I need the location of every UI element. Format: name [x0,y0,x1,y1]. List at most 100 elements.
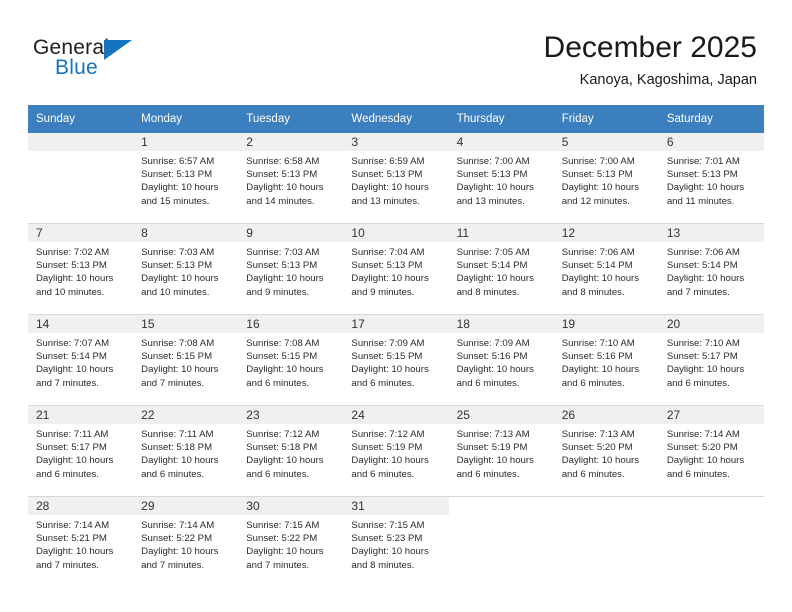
calendar-day-cell[interactable]: 12 Sunrise: 7:06 AM Sunset: 5:14 PM Dayligh… [553,223,659,315]
calendar-day-cell[interactable]: 23 Sunrise: 7:12 AM Sunset: 5:18 PM Dayligh… [238,405,344,497]
calendar-day-cell[interactable]: 19 Sunrise: 7:10 AM Sunset: 5:16 PM Dayligh… [553,314,659,406]
daylight-duration-line2: and 7 minutes. [36,377,99,389]
daylight-duration-line2: and 6 minutes. [666,377,730,389]
calendar-week-row: 7 Sunrise: 7:02 AM Sunset: 5:13 PM Daylight… [28,223,764,315]
day-number: 23 [238,406,344,424]
daylight-duration-line1: Daylight: 10 hours [141,273,219,285]
daylight-duration-line2: and 6 minutes. [456,377,520,389]
daylight-duration-line1: Daylight: 10 hours [666,364,745,376]
calendar-day-cell[interactable]: 18 Sunrise: 7:09 AM Sunset: 5:16 PM Dayligh… [448,314,554,406]
daylight-duration-line1: Daylight: 10 hours [351,273,429,285]
calendar-day-cell[interactable]: 4 Sunrise: 7:00 AM Sunset: 5:13 PM Daylight… [448,133,554,224]
day-details: Sunrise: 7:12 AM Sunset: 5:18 PM Daylight:… [238,424,343,481]
sunset-time: Sunset: 5:23 PM [351,533,423,545]
sunset-time: Sunset: 5:17 PM [36,442,107,454]
weekday-header-sunday: Sunday [28,105,134,133]
day-number: 24 [343,406,449,424]
day-number: 28 [28,497,134,515]
calendar-day-cell[interactable]: 10 Sunrise: 7:04 AM Sunset: 5:13 PM Dayligh… [343,223,449,315]
sunrise-time: Sunrise: 7:03 AM [141,247,215,258]
daylight-duration-line1: Daylight: 10 hours [666,273,745,285]
daylight-duration-line1: Daylight: 10 hours [141,182,219,194]
calendar-day-cell[interactable]: 6 Sunrise: 7:01 AM Sunset: 5:13 PM Daylight… [658,133,764,224]
calendar-day-cell[interactable]: 14 Sunrise: 7:07 AM Sunset: 5:14 PM Dayligh… [28,314,134,406]
calendar-day-cell-empty [658,496,764,587]
daylight-duration-line1: Daylight: 10 hours [561,273,640,285]
calendar-day-cell[interactable]: 15 Sunrise: 7:08 AM Sunset: 5:15 PM Dayligh… [133,314,239,406]
daylight-duration-line2: and 9 minutes. [351,286,415,298]
calendar-day-cell[interactable]: 25 Sunrise: 7:13 AM Sunset: 5:19 PM Dayligh… [448,405,554,497]
sunrise-time: Sunrise: 7:13 AM [456,429,530,440]
day-number: 8 [133,224,239,242]
calendar-day-cell[interactable]: 11 Sunrise: 7:05 AM Sunset: 5:14 PM Dayligh… [448,223,554,315]
sunrise-time: Sunrise: 7:12 AM [351,429,425,440]
logo-text-blue: Blue [55,56,98,79]
sunrise-time: Sunrise: 7:04 AM [351,247,425,258]
sunset-time: Sunset: 5:14 PM [36,351,107,363]
day-number: 5 [553,133,659,151]
day-details: Sunrise: 7:07 AM Sunset: 5:14 PM Daylight:… [28,333,133,390]
general-blue-logo[interactable]: General Blue [33,36,183,84]
day-number: 31 [343,497,449,515]
sunset-time: Sunset: 5:14 PM [561,260,633,272]
daylight-duration-line2: and 7 minutes. [36,559,99,571]
calendar-day-cell[interactable]: 28 Sunrise: 7:14 AM Sunset: 5:21 PM Dayligh… [28,496,134,587]
daylight-duration-line2: and 10 minutes. [141,286,210,298]
sunrise-time: Sunrise: 7:11 AM [36,429,109,440]
daylight-duration-line2: and 6 minutes. [666,468,730,480]
sunset-time: Sunset: 5:18 PM [246,442,318,454]
calendar-week-row: 1 Sunrise: 6:57 AM Sunset: 5:13 PM Daylight… [28,133,764,224]
sunrise-time: Sunrise: 7:09 AM [351,338,425,349]
daylight-duration-line1: Daylight: 10 hours [456,273,534,285]
daylight-duration-line2: and 10 minutes. [36,286,105,298]
daylight-duration-line2: and 7 minutes. [246,559,310,571]
calendar-day-cell[interactable]: 27 Sunrise: 7:14 AM Sunset: 5:20 PM Dayligh… [658,405,764,497]
day-details: Sunrise: 7:13 AM Sunset: 5:20 PM Daylight:… [554,424,659,481]
sunset-time: Sunset: 5:13 PM [561,169,633,181]
day-number: 1 [133,133,239,151]
day-number: 3 [343,133,449,151]
calendar-day-cell[interactable]: 8 Sunrise: 7:03 AM Sunset: 5:13 PM Daylight… [133,223,239,315]
sunrise-time: Sunrise: 7:11 AM [141,429,214,440]
sunrise-time: Sunrise: 7:05 AM [456,247,530,258]
day-number: 12 [553,224,659,242]
calendar-day-cell[interactable]: 2 Sunrise: 6:58 AM Sunset: 5:13 PM Daylight… [238,133,344,224]
calendar-day-cell[interactable]: 24 Sunrise: 7:12 AM Sunset: 5:19 PM Dayligh… [343,405,449,497]
calendar-day-cell[interactable]: 13 Sunrise: 7:06 AM Sunset: 5:14 PM Dayligh… [658,223,764,315]
daylight-duration-line2: and 8 minutes. [561,286,625,298]
calendar-day-cell[interactable]: 16 Sunrise: 7:08 AM Sunset: 5:15 PM Dayligh… [238,314,344,406]
calendar-day-cell[interactable]: 26 Sunrise: 7:13 AM Sunset: 5:20 PM Dayligh… [553,405,659,497]
day-number: 7 [28,224,134,242]
sunset-time: Sunset: 5:19 PM [351,442,423,454]
calendar-day-cell[interactable]: 5 Sunrise: 7:00 AM Sunset: 5:13 PM Daylight… [553,133,659,224]
sunset-time: Sunset: 5:20 PM [561,442,633,454]
calendar-day-cell[interactable]: 29 Sunrise: 7:14 AM Sunset: 5:22 PM Dayligh… [133,496,239,587]
daylight-duration-line1: Daylight: 10 hours [561,455,640,467]
day-number [449,497,554,515]
calendar-day-cell[interactable]: 3 Sunrise: 6:59 AM Sunset: 5:13 PM Daylight… [343,133,449,224]
sunrise-time: Sunrise: 7:10 AM [666,338,740,349]
sunset-time: Sunset: 5:14 PM [666,260,738,272]
sunset-time: Sunset: 5:13 PM [666,169,738,181]
calendar-day-cell[interactable]: 30 Sunrise: 7:15 AM Sunset: 5:22 PM Dayligh… [238,496,344,587]
calendar-day-cell[interactable]: 31 Sunrise: 7:15 AM Sunset: 5:23 PM Dayligh… [343,496,449,587]
daylight-duration-line2: and 7 minutes. [141,559,205,571]
calendar-day-cell[interactable]: 21 Sunrise: 7:11 AM Sunset: 5:17 PM Dayligh… [28,405,134,497]
weekday-header-wednesday: Wednesday [343,105,449,133]
calendar-day-cell[interactable]: 22 Sunrise: 7:11 AM Sunset: 5:18 PM Dayligh… [133,405,239,497]
calendar-day-cell[interactable]: 1 Sunrise: 6:57 AM Sunset: 5:13 PM Daylight… [133,133,239,224]
day-number: 14 [28,315,134,333]
calendar-day-cell[interactable]: 7 Sunrise: 7:02 AM Sunset: 5:13 PM Daylight… [28,223,134,315]
sunset-time: Sunset: 5:13 PM [141,169,213,181]
day-details: Sunrise: 7:05 AM Sunset: 5:14 PM Daylight:… [449,242,554,299]
calendar-day-cell[interactable]: 9 Sunrise: 7:03 AM Sunset: 5:13 PM Daylight… [238,223,344,315]
sunrise-time: Sunrise: 7:01 AM [666,156,740,167]
sunrise-time: Sunrise: 7:14 AM [36,520,110,531]
calendar-day-cell[interactable]: 20 Sunrise: 7:10 AM Sunset: 5:17 PM Dayligh… [658,314,764,406]
sunrise-time: Sunrise: 7:14 AM [666,429,740,440]
sunrise-time: Sunrise: 7:10 AM [561,338,635,349]
sunrise-time: Sunrise: 6:58 AM [246,156,320,167]
day-details: Sunrise: 7:13 AM Sunset: 5:19 PM Daylight:… [449,424,554,481]
calendar-day-cell[interactable]: 17 Sunrise: 7:09 AM Sunset: 5:15 PM Dayligh… [343,314,449,406]
calendar-day-cell-empty [448,496,554,587]
